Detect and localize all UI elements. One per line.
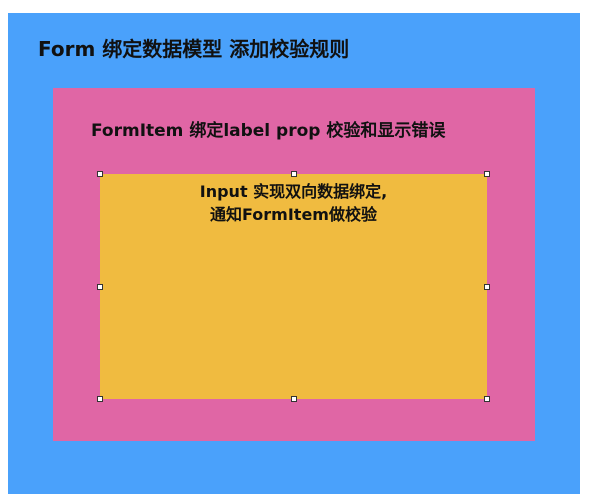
form-box: Form 绑定数据模型 添加校验规则 FormItem 绑定label prop… <box>8 13 580 494</box>
resize-handle-bottom-right[interactable] <box>484 396 490 402</box>
resize-handle-middle-right[interactable] <box>484 283 490 290</box>
input-box[interactable]: Input 实现双向数据绑定, 通知FormItem做校验 <box>97 171 490 402</box>
resize-handle-middle-left[interactable] <box>97 283 103 290</box>
resize-handle-bottom-center[interactable] <box>290 396 297 402</box>
resize-handle-top-left[interactable] <box>97 171 103 177</box>
resize-handle-top-right[interactable] <box>484 171 490 177</box>
input-description-line-2: 通知FormItem做校验 <box>210 205 377 224</box>
resize-handle-bottom-left[interactable] <box>97 396 103 402</box>
formitem-title: FormItem 绑定label prop 校验和显示错误 <box>91 121 446 141</box>
resize-handle-top-center[interactable] <box>290 171 297 177</box>
input-description-line-1: Input 实现双向数据绑定, <box>199 182 388 201</box>
input-description: Input 实现双向数据绑定, 通知FormItem做校验 <box>100 180 487 226</box>
formitem-box: FormItem 绑定label prop 校验和显示错误 Input 实现双向… <box>53 88 535 441</box>
form-title: Form 绑定数据模型 添加校验规则 <box>38 37 350 61</box>
